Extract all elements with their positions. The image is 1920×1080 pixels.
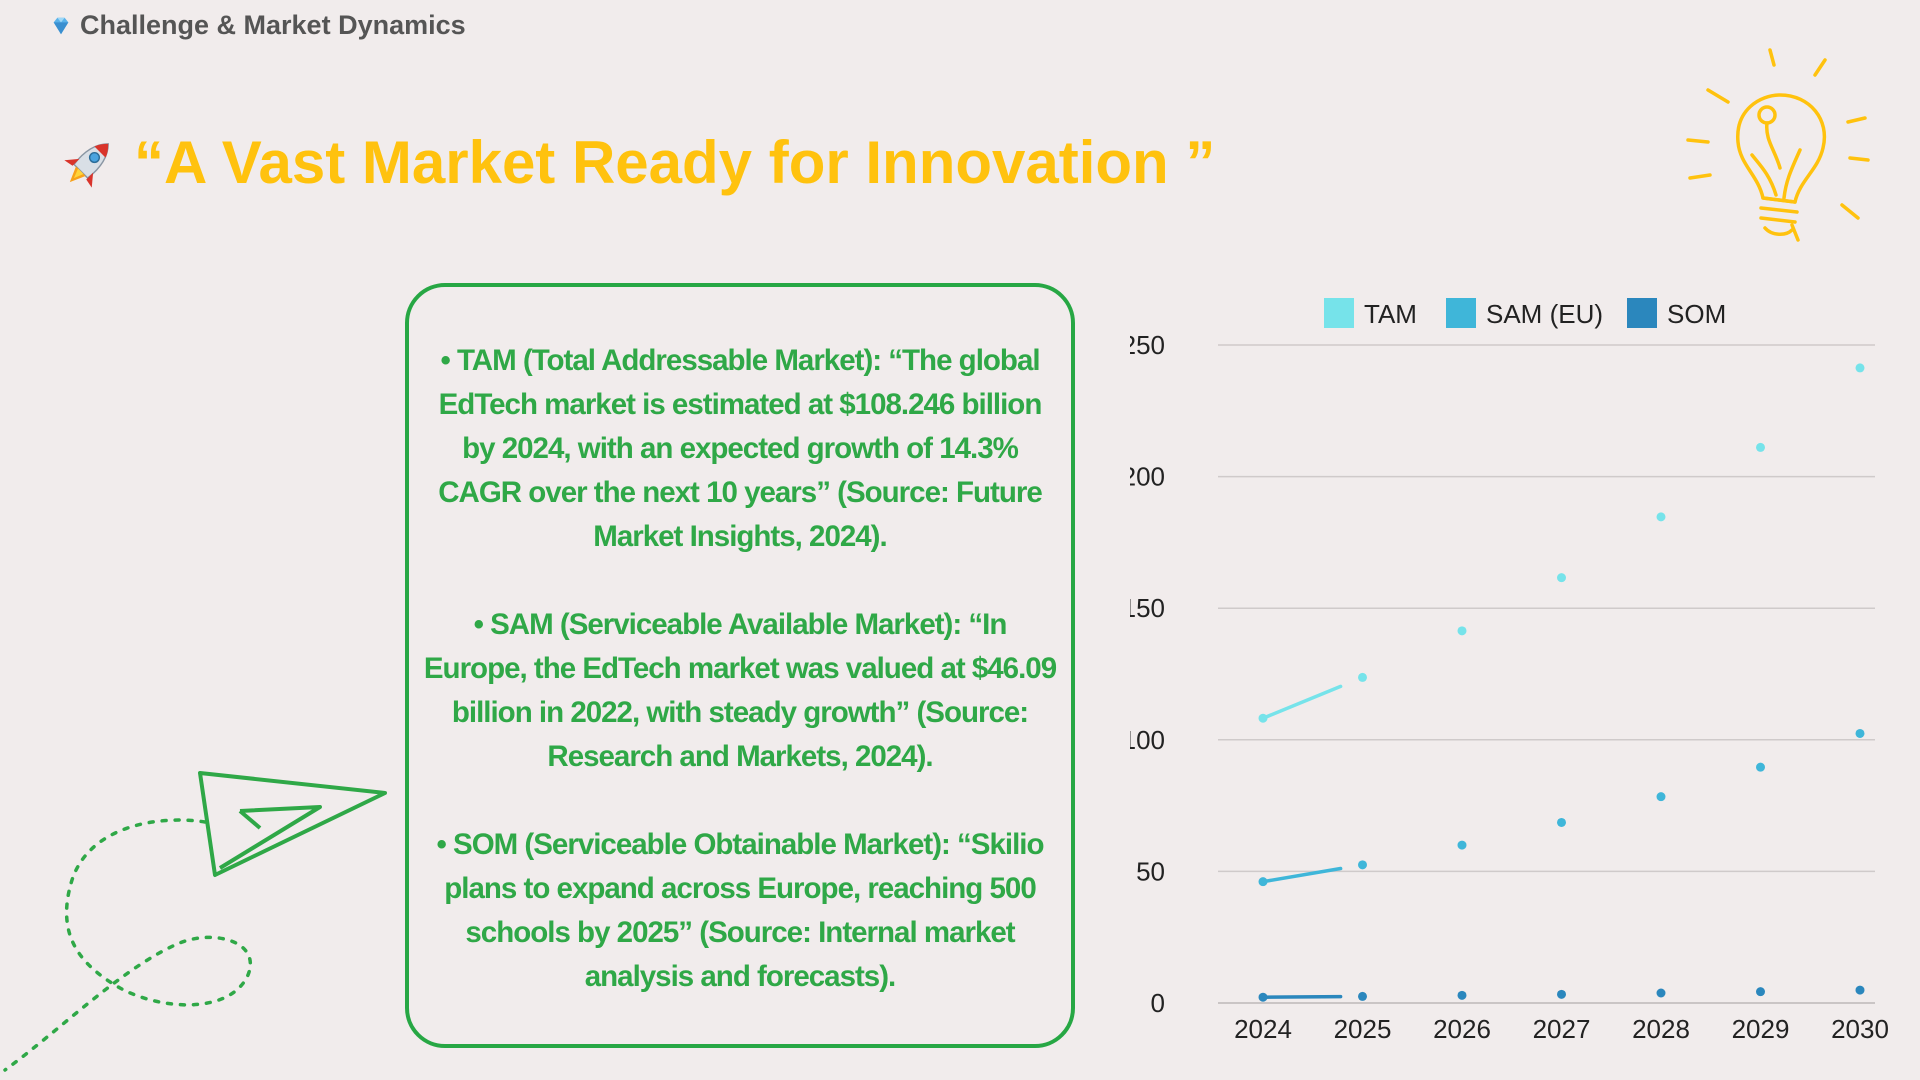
- legend-swatch: [1446, 298, 1476, 328]
- data-point: [1358, 860, 1367, 870]
- data-point: [1358, 991, 1367, 1001]
- y-tick-label: 250: [1130, 330, 1165, 360]
- series-line-segment: [1261, 684, 1343, 720]
- legend-label: SAM (EU): [1486, 299, 1603, 329]
- x-tick-label: 2025: [1334, 1014, 1392, 1044]
- x-tick-label: 2028: [1632, 1014, 1690, 1044]
- y-tick-label: 100: [1130, 725, 1165, 755]
- paper-plane-icon: [3, 771, 387, 1072]
- data-point: [1358, 672, 1367, 682]
- title-text: “A Vast Market Ready for Innovation ”: [134, 129, 1216, 196]
- series-line-segment: [1261, 866, 1343, 884]
- data-point: [1258, 713, 1268, 723]
- data-point: [1557, 573, 1566, 583]
- legend-swatch: [1324, 298, 1354, 328]
- data-point: [1656, 988, 1666, 998]
- som-paragraph: • SOM (Serviceable Obtainable Market): “…: [436, 828, 1045, 993]
- series-line-segment: [1261, 994, 1343, 999]
- y-tick-label: 50: [1136, 856, 1165, 886]
- legend-label: SOM: [1667, 299, 1726, 329]
- data-point: [1457, 840, 1467, 850]
- x-tick-label: 2029: [1732, 1014, 1790, 1044]
- slide: Challenge & Market Dynamics “A Vast Mark…: [0, 0, 1920, 1080]
- y-tick-label: 150: [1130, 593, 1165, 623]
- y-tick-label: 200: [1130, 462, 1165, 492]
- section-title: Challenge & Market Dynamics: [80, 10, 466, 40]
- data-point: [1855, 985, 1865, 995]
- tam-paragraph: • TAM (Total Addressable Market): “The g…: [438, 344, 1043, 553]
- data-point: [1756, 987, 1765, 997]
- data-point: [1457, 990, 1467, 1000]
- page-title: “A Vast Market Ready for Innovation ”: [58, 128, 1215, 197]
- data-point: [1258, 877, 1268, 887]
- data-point: [1258, 992, 1268, 1002]
- legend-label: TAM: [1364, 299, 1417, 329]
- data-point: [1656, 512, 1666, 522]
- x-tick-label: 2026: [1433, 1014, 1491, 1044]
- legend-swatch: [1627, 298, 1657, 328]
- data-point: [1756, 762, 1765, 772]
- data-point: [1855, 728, 1865, 738]
- gem-icon: [53, 17, 69, 34]
- section-header: Challenge & Market Dynamics: [50, 10, 466, 41]
- data-point: [1557, 989, 1566, 999]
- market-size-chart: 0 50 100 150 200 250 2024 2025 2026 2027 2028 2029 2…: [1130, 298, 1889, 1044]
- data-point: [1855, 363, 1865, 373]
- data-point: [1557, 817, 1566, 827]
- x-tick-label: 2027: [1533, 1014, 1591, 1044]
- market-text-box: • TAM (Total Addressable Market): “The g…: [405, 283, 1075, 1048]
- x-tick-label: 2030: [1831, 1014, 1889, 1044]
- data-point: [1756, 442, 1765, 452]
- y-tick-label: 0: [1151, 988, 1165, 1018]
- data-point: [1656, 792, 1666, 802]
- rocket-icon: [64, 142, 109, 188]
- light-bulb-icon: [1686, 48, 1870, 242]
- data-point: [1457, 626, 1467, 636]
- sam-paragraph: • SAM (Serviceable Available Market): “I…: [423, 608, 1057, 773]
- x-tick-label: 2024: [1234, 1014, 1292, 1044]
